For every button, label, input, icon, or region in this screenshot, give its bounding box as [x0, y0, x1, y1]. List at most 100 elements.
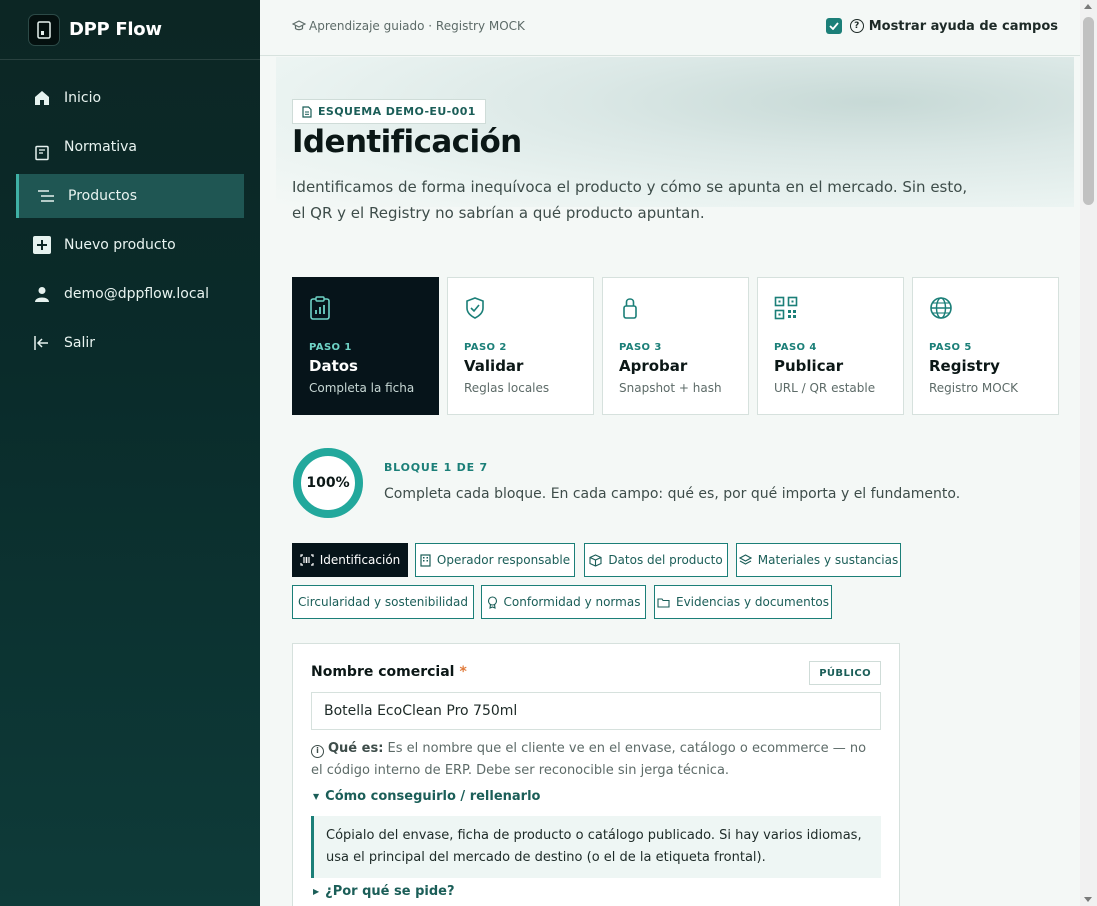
qr-code-icon — [774, 296, 887, 326]
step-subtitle: Registro MOCK — [929, 381, 1018, 395]
sidebar-item-salir[interactable]: Salir — [16, 321, 244, 365]
sidebar-item-label: Nuevo producto — [64, 237, 176, 253]
tab-label: Materiales y sustancias — [757, 553, 899, 567]
step-aprobar[interactable]: PASO 3 Aprobar Snapshot + hash — [602, 277, 749, 415]
brand[interactable]: DPP Flow — [0, 0, 260, 60]
graduation-cap-icon — [292, 20, 306, 31]
step-validar[interactable]: PASO 2 Validar Reglas locales — [447, 277, 594, 415]
visibility-badge: PÚBLICO — [809, 661, 881, 685]
help-toggle-label: Mostrar ayuda de campos — [868, 18, 1058, 34]
step-publicar[interactable]: PASO 4 Publicar URL / QR estable — [757, 277, 904, 415]
step-number: PASO 3 — [619, 342, 662, 353]
tab-conformidad-normas[interactable]: Conformidad y normas — [481, 585, 646, 619]
field-card-nombre-comercial: Nombre comercial* PÚBLICO i Qué es: Es el… — [292, 643, 900, 906]
block-description: Completa cada bloque. En cada campo: qué… — [384, 486, 961, 502]
workflow-steps: PASO 1 Datos Completa la ficha PASO 2 Va… — [292, 277, 1059, 415]
breadcrumb-text: Aprendizaje guiado · Registry MOCK — [309, 19, 525, 33]
building-icon — [420, 553, 431, 567]
tab-label: Conformidad y normas — [503, 595, 641, 609]
sidebar-item-label: Salir — [64, 335, 96, 351]
info-icon: i — [311, 744, 324, 758]
disclosure-title: Cómo conseguirlo / rellenarlo — [325, 789, 541, 804]
book-icon — [32, 143, 52, 163]
step-number: PASO 4 — [774, 342, 817, 353]
progress-percent: 100% — [306, 475, 350, 491]
step-name: Publicar — [774, 357, 844, 375]
help-prefix: Qué es: — [328, 741, 384, 756]
tab-label: Evidencias y documentos — [675, 595, 830, 609]
question-circle-icon: ? — [849, 19, 864, 33]
step-number: PASO 2 — [464, 342, 507, 353]
help-text: Es el nombre que el cliente ve en el env… — [311, 741, 867, 778]
tab-label: Operador responsable — [436, 553, 571, 567]
required-mark: * — [459, 664, 467, 680]
scroll-up-arrow-icon[interactable] — [1084, 4, 1092, 9]
step-number: PASO 5 — [929, 342, 972, 353]
step-name: Registry — [929, 357, 1000, 375]
sidebar-item-user[interactable]: demo@dppflow.local — [16, 272, 244, 316]
folder-icon — [657, 597, 670, 608]
help-toggle[interactable]: ? Mostrar ayuda de campos — [825, 18, 1058, 34]
award-icon — [487, 595, 497, 609]
tab-label: Datos del producto — [608, 553, 723, 567]
clipboard-chart-icon — [309, 296, 422, 326]
check-icon — [829, 22, 839, 30]
schema-badge-text: ESQUEMA DEMO-EU-001 — [318, 105, 476, 118]
page-description: Identificamos de forma inequívoca el pro… — [292, 178, 968, 222]
shield-check-icon — [464, 296, 577, 326]
nombre-comercial-input[interactable] — [311, 692, 881, 730]
globe-icon — [929, 296, 1042, 326]
step-datos[interactable]: PASO 1 Datos Completa la ficha — [292, 277, 439, 415]
tab-label: Identificación — [319, 553, 401, 567]
breadcrumb: Aprendizaje guiado · Registry MOCK — [292, 19, 525, 33]
sidebar-item-inicio[interactable]: Inicio — [16, 76, 244, 120]
sidebar-item-nuevo-producto[interactable]: Nuevo producto — [16, 223, 244, 267]
tab-label: Circularidad y sostenibilidad — [298, 595, 468, 609]
sidebar-item-normativa[interactable]: Normativa — [16, 125, 244, 169]
step-subtitle: Reglas locales — [464, 381, 550, 395]
field-label-text: Nombre comercial — [311, 664, 455, 680]
how-to-body: Cópialo del envase, ficha de producto o … — [311, 816, 881, 878]
sidebar-item-label: Normativa — [64, 139, 138, 155]
caret-right-icon: ▶ — [313, 887, 320, 896]
field-help: i Qué es: Es el nombre que el cliente ve … — [311, 738, 881, 782]
scrollbar-thumb[interactable] — [1083, 17, 1094, 205]
sidebar-item-productos[interactable]: Productos — [16, 174, 244, 218]
box-icon — [589, 553, 602, 567]
step-number: PASO 1 — [309, 342, 352, 353]
caret-down-icon: ▼ — [313, 792, 320, 801]
sidebar-item-label: demo@dppflow.local — [64, 286, 209, 302]
step-subtitle: Snapshot + hash — [619, 381, 722, 395]
page-title: Identificación — [292, 124, 522, 160]
layers-icon — [738, 554, 752, 565]
step-registry[interactable]: PASO 5 Registry Registro MOCK — [912, 277, 1059, 415]
plus-square-icon — [32, 235, 52, 255]
user-icon — [32, 284, 52, 304]
step-name: Datos — [309, 357, 358, 375]
logout-icon — [32, 333, 52, 353]
app-name: DPP Flow — [69, 19, 162, 40]
step-subtitle: Completa la ficha — [309, 381, 415, 395]
home-icon — [32, 88, 52, 108]
field-label: Nombre comercial * — [311, 664, 467, 680]
document-icon — [302, 105, 312, 118]
sidebar-item-label: Inicio — [64, 90, 102, 106]
step-subtitle: URL / QR estable — [774, 381, 876, 395]
tab-circularidad-sostenibilidad[interactable]: Circularidad y sostenibilidad — [292, 585, 474, 619]
tab-operador-responsable[interactable]: Operador responsable — [415, 543, 575, 577]
topbar: Aprendizaje guiado · Registry MOCK ? Mos… — [260, 0, 1080, 56]
how-to-disclosure[interactable]: ▼ Cómo conseguirlo / rellenarlo — [313, 789, 540, 804]
sidebar-nav: Inicio Normativa Productos Nuevo product… — [16, 76, 244, 370]
tab-identificacion[interactable]: Identificación — [292, 543, 408, 577]
help-toggle-checkbox[interactable] — [825, 18, 842, 34]
tab-datos-producto[interactable]: Datos del producto — [584, 543, 728, 577]
block-label: BLOQUE 1 DE 7 — [384, 461, 488, 474]
scroll-down-arrow-icon[interactable] — [1084, 897, 1092, 902]
page-scrollbar[interactable] — [1080, 0, 1097, 906]
tab-evidencias-documentos[interactable]: Evidencias y documentos — [654, 585, 832, 619]
schema-badge: ESQUEMA DEMO-EU-001 — [292, 99, 486, 124]
app-logo-icon — [28, 13, 60, 46]
step-name: Validar — [464, 357, 524, 375]
tab-materiales-sustancias[interactable]: Materiales y sustancias — [736, 543, 901, 577]
why-disclosure[interactable]: ▶ ¿Por qué se pide? — [313, 884, 455, 899]
